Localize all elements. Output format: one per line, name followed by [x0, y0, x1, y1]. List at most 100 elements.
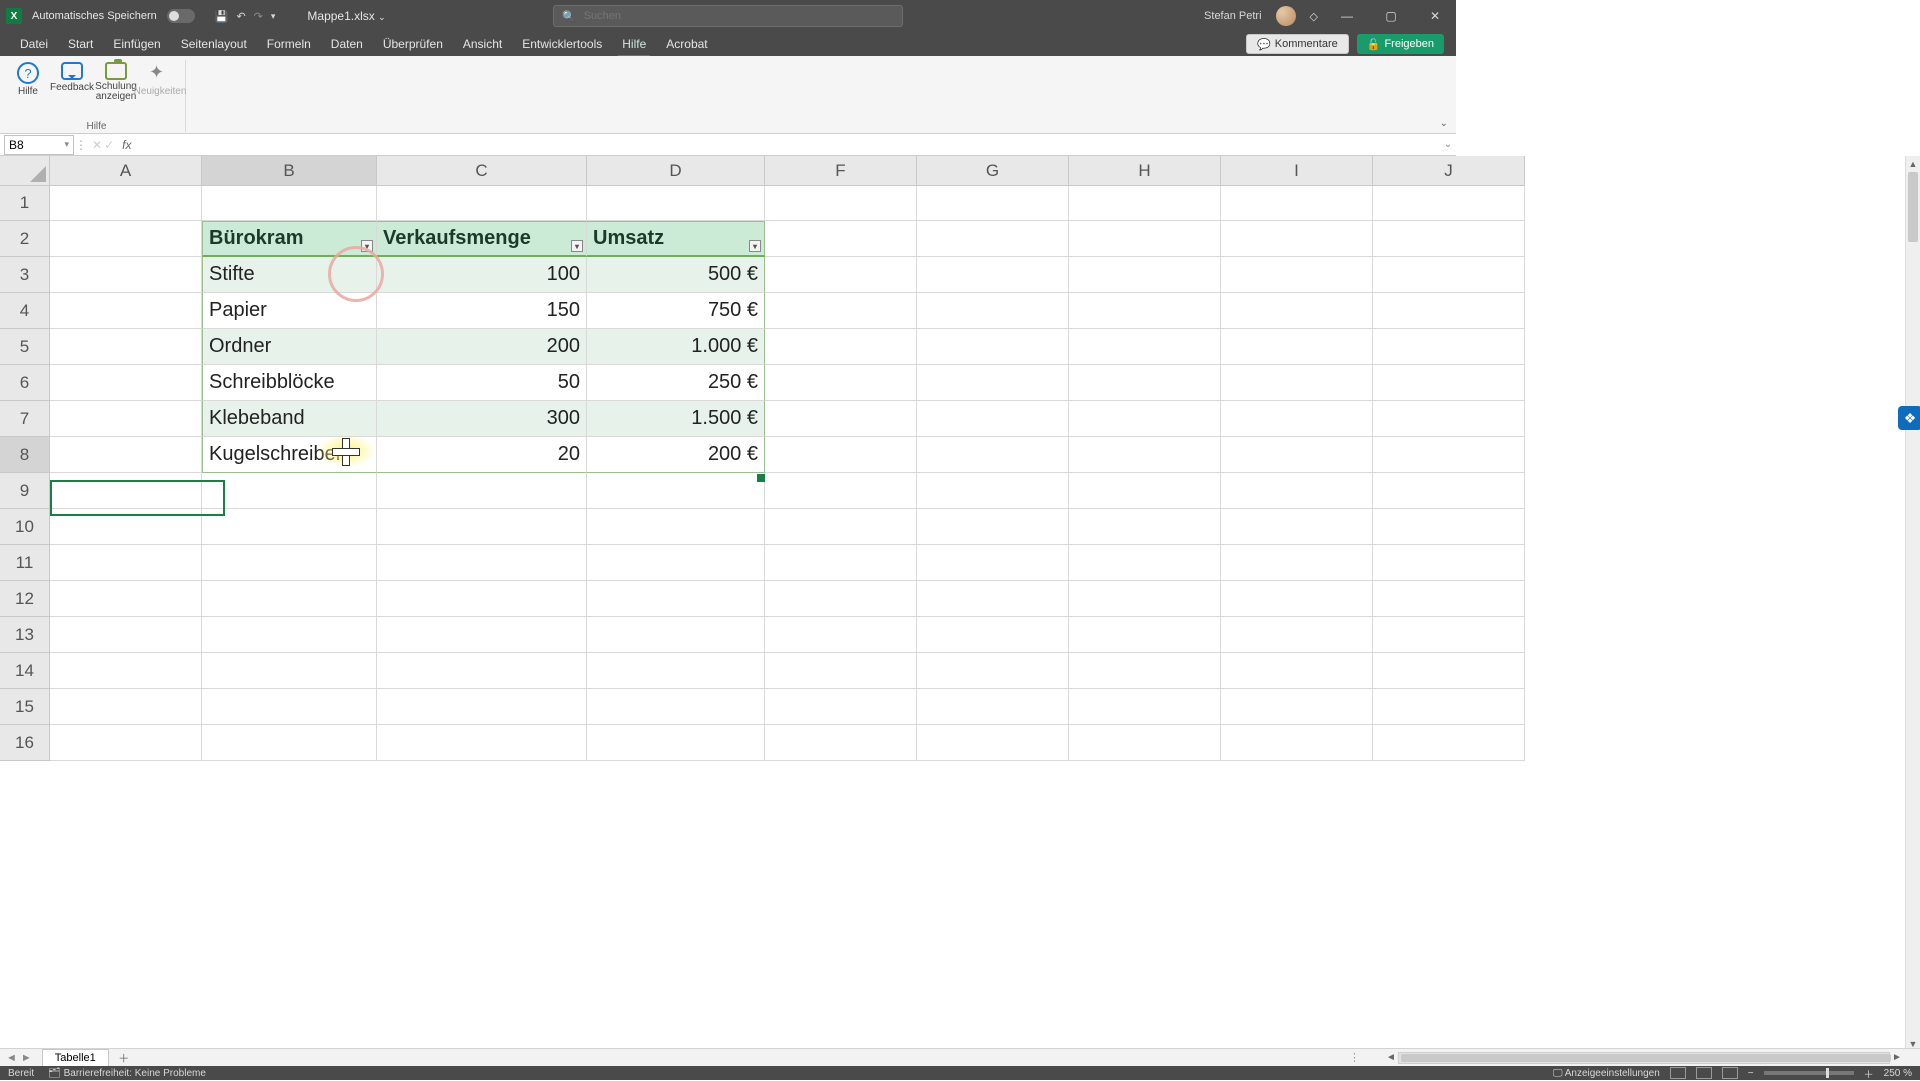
row-header-7[interactable]: 7 [0, 401, 50, 437]
cell[interactable] [50, 509, 202, 545]
cell[interactable] [50, 725, 202, 761]
display-settings-button[interactable]: 🖵 Anzeigeeinstellungen [1553, 1068, 1660, 1079]
cell[interactable] [917, 473, 1069, 509]
cell[interactable] [1069, 293, 1221, 329]
cell[interactable]: 250 € [587, 365, 765, 401]
cell[interactable] [1069, 473, 1221, 509]
cell[interactable] [1221, 186, 1373, 221]
zoom-out-button[interactable]: − [1748, 1068, 1754, 1079]
cell[interactable] [765, 293, 917, 329]
row-header-15[interactable]: 15 [0, 689, 50, 725]
cell[interactable] [377, 689, 587, 725]
cell[interactable] [917, 437, 1069, 473]
cell[interactable] [1069, 617, 1221, 653]
cell[interactable] [1069, 329, 1221, 365]
cell[interactable] [765, 257, 917, 293]
ribbon-tab-datei[interactable]: Datei [10, 32, 58, 56]
ribbon-help-button[interactable]: ? Hilfe [8, 62, 48, 102]
cell[interactable] [1373, 581, 1525, 617]
row-header-14[interactable]: 14 [0, 653, 50, 689]
cell[interactable] [765, 329, 917, 365]
row-header-12[interactable]: 12 [0, 581, 50, 617]
cell[interactable] [917, 725, 1069, 761]
cell[interactable]: 500 € [587, 257, 765, 293]
accept-formula-icon[interactable]: ✓ [104, 138, 114, 152]
minimize-button[interactable]: — [1332, 9, 1362, 23]
cell[interactable] [587, 689, 765, 725]
cell[interactable] [917, 545, 1069, 581]
cell[interactable] [765, 581, 917, 617]
document-name[interactable]: Mappe1.xlsx ⌄ [307, 9, 385, 23]
row-header-9[interactable]: 9 [0, 473, 50, 509]
cell[interactable] [377, 581, 587, 617]
cell[interactable] [50, 257, 202, 293]
cell[interactable] [1069, 689, 1221, 725]
cell[interactable] [917, 257, 1069, 293]
row-header-1[interactable]: 1 [0, 186, 50, 221]
ribbon-tab-formeln[interactable]: Formeln [257, 32, 321, 56]
cell[interactable] [202, 653, 377, 689]
cell[interactable] [377, 725, 587, 761]
search-input[interactable] [584, 10, 894, 22]
cell[interactable] [1221, 509, 1373, 545]
cell[interactable]: Schreibblöcke [202, 365, 377, 401]
cell[interactable] [1221, 221, 1373, 257]
cell[interactable] [587, 653, 765, 689]
cell[interactable] [765, 473, 917, 509]
autosave-toggle[interactable] [167, 9, 195, 23]
column-header-H[interactable]: H [1069, 156, 1221, 186]
diamond-icon[interactable]: ◇ [1310, 10, 1318, 23]
vertical-scrollbar[interactable]: ▲ ▼ [1905, 156, 1920, 1052]
cell[interactable] [1373, 617, 1525, 653]
add-sheet-button[interactable]: ＋ [115, 1050, 133, 1066]
cell[interactable] [917, 653, 1069, 689]
cell[interactable]: 1.500 € [587, 401, 765, 437]
column-header-G[interactable]: G [917, 156, 1069, 186]
cell[interactable] [50, 365, 202, 401]
cell[interactable] [1373, 293, 1525, 329]
cell[interactable] [587, 545, 765, 581]
ribbon-tab-start[interactable]: Start [58, 32, 103, 56]
search-box[interactable]: 🔍 [553, 5, 903, 27]
ribbon-training-button[interactable]: Schulung anzeigen [96, 62, 136, 102]
table-resize-handle[interactable] [757, 474, 765, 482]
cell[interactable] [50, 186, 202, 221]
sheet-bar-splitter[interactable]: ⋮ [1349, 1051, 1360, 1064]
cell[interactable] [1069, 221, 1221, 257]
cell[interactable] [917, 329, 1069, 365]
cell[interactable] [1069, 725, 1221, 761]
cell[interactable] [917, 365, 1069, 401]
close-button[interactable]: ✕ [1420, 9, 1450, 23]
cell[interactable] [202, 617, 377, 653]
cell[interactable] [202, 689, 377, 725]
cell[interactable] [1069, 401, 1221, 437]
ribbon-tab-überprüfen[interactable]: Überprüfen [373, 32, 453, 56]
row-header-3[interactable]: 3 [0, 257, 50, 293]
cell[interactable] [1373, 689, 1525, 725]
cell[interactable] [1221, 545, 1373, 581]
row-header-6[interactable]: 6 [0, 365, 50, 401]
cell[interactable] [202, 186, 377, 221]
cell[interactable]: 150 [377, 293, 587, 329]
column-header-I[interactable]: I [1221, 156, 1373, 186]
cell[interactable] [917, 689, 1069, 725]
zoom-level[interactable]: 250 % [1884, 1068, 1912, 1079]
cell[interactable] [50, 581, 202, 617]
cell[interactable] [1221, 653, 1373, 689]
cell[interactable] [917, 581, 1069, 617]
horizontal-scrollbar[interactable]: ◄ ► [1384, 1051, 1904, 1065]
cell[interactable] [377, 186, 587, 221]
cell[interactable] [1221, 725, 1373, 761]
name-box[interactable]: B8▾ [4, 135, 74, 155]
cell[interactable] [765, 437, 917, 473]
cell[interactable]: Kugelschreiber [202, 437, 377, 473]
cell[interactable] [765, 365, 917, 401]
redo-icon[interactable]: ↷ [254, 10, 263, 23]
cell[interactable]: Stifte [202, 257, 377, 293]
cell[interactable] [765, 545, 917, 581]
cell[interactable] [1221, 437, 1373, 473]
cell[interactable]: 1.000 € [587, 329, 765, 365]
user-avatar[interactable] [1276, 6, 1296, 26]
row-header-10[interactable]: 10 [0, 509, 50, 545]
column-header-J[interactable]: J [1373, 156, 1525, 186]
